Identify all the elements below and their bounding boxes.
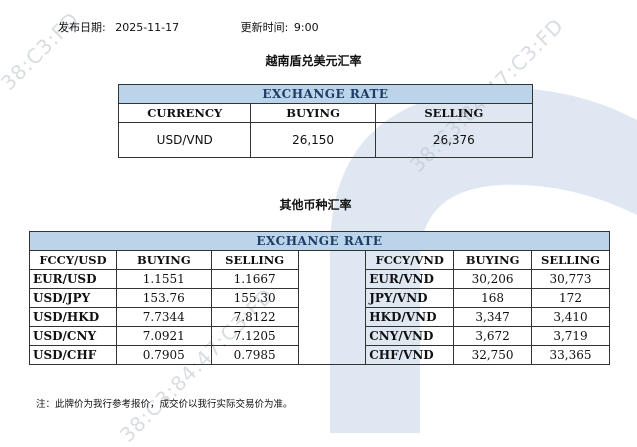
usd-vnd-table: EXCHANGE RATE CURRENCY BUYING SELLING US… — [117, 84, 534, 158]
cell-selling: 26,376 — [374, 122, 534, 158]
cell-code: EUR/VND — [365, 269, 455, 289]
cell-buying: 26,150 — [250, 122, 376, 158]
cell-selling: 7.1205 — [210, 326, 299, 346]
cell-buying: 1.1551 — [115, 269, 212, 289]
cell-buying: 3,672 — [453, 326, 533, 346]
table-row: USD/CNY 7.0921 7.1205 CNY/VND 3,672 3,71… — [29, 326, 610, 346]
col-header-fccy-vnd: FCCY/VND — [365, 250, 455, 270]
meta-line: 发布日期: 2025-11-17 更新时间: 9:00 — [58, 19, 325, 35]
col-header-selling: SELLING — [210, 250, 299, 270]
table-row: USD/JPY 153.76 155.30 JPY/VND 168 172 — [29, 288, 610, 308]
cell-selling: 3,410 — [531, 307, 610, 327]
cell-selling: 155.30 — [210, 288, 299, 308]
table-title: EXCHANGE RATE — [118, 84, 533, 104]
cell-buying: 32,750 — [453, 345, 533, 365]
cell-selling: 7.8122 — [210, 307, 299, 327]
cell-currency: USD/VND — [117, 122, 252, 158]
cell-code: JPY/VND — [365, 288, 455, 308]
cell-selling: 0.7985 — [210, 345, 299, 365]
section2-title: 其他币种汇率 — [279, 198, 352, 212]
cell-code: EUR/USD — [29, 269, 117, 289]
col-header-selling: SELLING — [531, 250, 610, 270]
cell-code: USD/HKD — [29, 307, 117, 327]
cell-buying: 7.7344 — [115, 307, 212, 327]
cell-buying: 30,206 — [453, 269, 533, 289]
cell-code: USD/CHF — [29, 345, 117, 365]
col-header-buying: BUYING — [250, 103, 376, 123]
table-row: USD/VND 26,150 26,376 — [117, 122, 534, 158]
cell-selling: 33,365 — [531, 345, 610, 365]
col-header-currency: CURRENCY — [117, 103, 252, 123]
cell-selling: 3,719 — [531, 326, 610, 346]
cell-buying: 7.0921 — [115, 326, 212, 346]
cell-code: USD/JPY — [29, 288, 117, 308]
cell-selling: 1.1667 — [210, 269, 299, 289]
col-header-fccy-usd: FCCY/USD — [29, 250, 117, 270]
col-header-buying: BUYING — [115, 250, 212, 270]
table-row: USD/CHF 0.7905 0.7985 CHF/VND 32,750 33,… — [29, 345, 610, 365]
table-row: USD/HKD 7.7344 7.8122 HKD/VND 3,347 3,41… — [29, 307, 610, 327]
cell-code: HKD/VND — [365, 307, 455, 327]
col-header-buying: BUYING — [453, 250, 533, 270]
date-label: 发布日期: — [58, 21, 106, 34]
cell-buying: 168 — [453, 288, 533, 308]
time-label: 更新时间: — [240, 21, 289, 34]
col-header-selling: SELLING — [374, 103, 534, 123]
cell-code: USD/CNY — [29, 326, 117, 346]
cell-selling: 30,773 — [531, 269, 610, 289]
table-title: EXCHANGE RATE — [29, 231, 610, 251]
other-rates-table: EXCHANGE RATE FCCY/USD BUYING SELLING FC… — [29, 231, 610, 365]
cell-buying: 153.76 — [115, 288, 212, 308]
table-row: EUR/USD 1.1551 1.1667 EUR/VND 30,206 30,… — [29, 269, 610, 289]
time-value: 9:00 — [293, 21, 319, 34]
disclaimer-note: 注：此牌价为我行参考报价，成交价以我行实际交易价为准。 — [36, 399, 293, 410]
cell-selling: 172 — [531, 288, 610, 308]
section1-title: 越南盾兑美元汇率 — [265, 54, 362, 68]
cell-code: CNY/VND — [365, 326, 455, 346]
cell-code: CHF/VND — [365, 345, 455, 365]
date-value: 2025-11-17 — [115, 21, 180, 34]
cell-buying: 0.7905 — [115, 345, 212, 365]
cell-buying: 3,347 — [453, 307, 533, 327]
